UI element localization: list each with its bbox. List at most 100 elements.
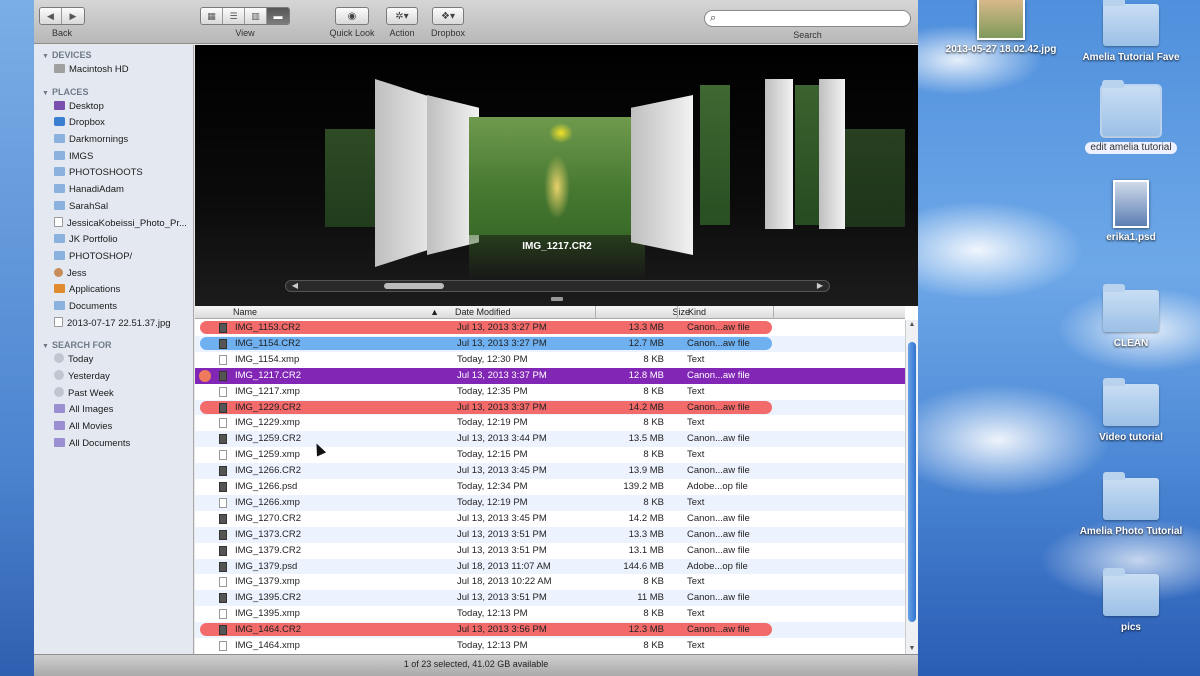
sidebar-item-hanadiadam[interactable]: HanadiAdam <box>34 182 193 199</box>
name-cell: IMG_1464.xmp <box>235 640 300 651</box>
sidebar-item-applications[interactable]: Applications <box>34 282 193 299</box>
sidebar-section-search-for[interactable]: ▼ SEARCH FOR <box>34 338 193 352</box>
sidebar-item-jpg-file[interactable]: 2013-07-17 22.51.37.jpg <box>34 316 193 333</box>
sidebar-item-jk-portfolio[interactable]: JK Portfolio <box>34 232 193 249</box>
table-row[interactable]: IMG_1266.CR2 Jul 13, 2013 3:45 PM 13.9 MB C… <box>195 463 905 479</box>
section-title: DEVICES <box>51 50 92 60</box>
coverflow-view[interactable]: IMG_1217.CR2 ◀ ▶ <box>195 45 918 306</box>
desktop-folder-amelia-photo[interactable]: Amelia Photo Tutorial <box>1071 472 1191 538</box>
kind-cell: Canon...aw file <box>687 369 750 381</box>
coverflow-scrollbar[interactable]: ◀ ▶ <box>285 280 830 292</box>
table-row[interactable]: IMG_1259.xmp Today, 12:15 PM 8 KB Text <box>195 447 905 463</box>
gear-icon: ✲▾ <box>395 10 409 22</box>
list-view-icon[interactable]: ☰ <box>223 8 245 24</box>
column-header-kind[interactable]: Kind <box>680 306 706 319</box>
table-row[interactable]: IMG_1154.xmp Today, 12:30 PM 8 KB Text <box>195 352 905 368</box>
table-row[interactable]: IMG_1379.xmp Jul 18, 2013 10:22 AM 8 KB Tex… <box>195 574 905 590</box>
sidebar-item-imgs[interactable]: IMGS <box>34 149 193 166</box>
sidebar-item-all-images[interactable]: All Images <box>34 402 193 419</box>
sidebar-section-devices[interactable]: ▼ DEVICES <box>34 48 193 62</box>
sidebar-item-documents[interactable]: Documents <box>34 299 193 316</box>
table-row[interactable]: IMG_1373.CR2 Jul 13, 2013 3:51 PM 13.3 MB C… <box>195 526 905 543</box>
sidebar-item-macintosh-hd[interactable]: Macintosh HD <box>34 62 193 79</box>
sidebar-item-past-week[interactable]: Past Week <box>34 386 193 403</box>
sidebar-item-jess[interactable]: Jess <box>34 266 193 283</box>
coverflow-card[interactable] <box>795 85 819 225</box>
section-title: SEARCH FOR <box>51 340 112 351</box>
sidebar-item-today[interactable]: Today <box>34 352 193 369</box>
scroll-down-icon[interactable]: ▼ <box>906 644 918 654</box>
kind-cell: Canon...aw file <box>687 433 750 445</box>
desktop-item-psd[interactable]: erika1.psd <box>1071 180 1191 244</box>
back-arrow-icon[interactable]: ◀ <box>40 8 62 24</box>
scroll-left-icon[interactable]: ◀ <box>288 281 302 291</box>
kind-cell: Canon...aw file <box>687 528 750 540</box>
scroll-up-icon[interactable]: ▲ <box>906 320 918 330</box>
sidebar-item-darkmornings[interactable]: Darkmornings <box>34 132 193 149</box>
column-divider[interactable] <box>595 306 596 319</box>
sidebar-section-places[interactable]: ▼ PLACES <box>34 85 193 99</box>
scroll-right-icon[interactable]: ▶ <box>813 281 827 291</box>
table-row[interactable]: IMG_1270.CR2 Jul 13, 2013 3:45 PM 14.2 MB C… <box>195 511 905 527</box>
table-row[interactable]: IMG_1464.CR2 Jul 13, 2013 3:56 PM 12.3 MB C… <box>195 622 905 638</box>
table-row[interactable]: IMG_1395.xmp Today, 12:13 PM 8 KB Text <box>195 606 905 622</box>
desktop-item-label: edit amelia tutorial <box>1085 142 1177 154</box>
column-divider[interactable] <box>677 306 678 319</box>
desktop-folder-amelia-fave[interactable]: Amelia Tutorial Fave <box>1071 0 1191 64</box>
sidebar-item-all-movies[interactable]: All Movies <box>34 419 193 436</box>
coverflow-card[interactable] <box>700 85 730 225</box>
size-cell: 13.3 MB <box>628 528 664 540</box>
coverflow-card[interactable] <box>631 95 693 255</box>
size-cell: 8 KB <box>643 449 664 461</box>
action-button[interactable]: ✲▾ <box>386 7 418 25</box>
icon-view-icon[interactable]: ▦ <box>201 8 223 24</box>
dropbox-button[interactable]: ❖▾ <box>432 7 464 25</box>
desktop-folder-edit-amelia[interactable]: edit amelia tutorial <box>1071 80 1191 154</box>
kind-cell: Text <box>687 496 705 508</box>
coverflow-scroll-knob[interactable] <box>384 283 444 289</box>
kind-cell: Adobe...op file <box>687 560 748 572</box>
table-row[interactable]: IMG_1153.CR2 Jul 13, 2013 3:27 PM 13.3 MB C… <box>195 320 905 336</box>
table-row[interactable]: IMG_1259.CR2 Jul 13, 2013 3:44 PM 13.5 MB C… <box>195 431 905 448</box>
coverflow-card[interactable] <box>765 79 793 229</box>
column-divider[interactable] <box>773 306 774 319</box>
coverflow-selected-photo[interactable] <box>469 117 645 235</box>
column-header-date[interactable]: Date Modified <box>445 306 511 319</box>
search-input[interactable]: ⌕ <box>704 10 911 27</box>
table-row[interactable]: IMG_1266.xmp Today, 12:19 PM 8 KB Text <box>195 494 905 511</box>
table-row[interactable]: IMG_1379.CR2 Jul 13, 2013 3:51 PM 13.1 MB C… <box>195 543 905 559</box>
date-cell: Today, 12:35 PM <box>457 385 528 397</box>
vertical-scrollbar[interactable]: ▲ ▼ <box>905 320 918 654</box>
table-row[interactable]: IMG_1217.xmp Today, 12:35 PM 8 KB Text <box>195 384 905 400</box>
folder-icon <box>1103 472 1159 520</box>
sidebar-item-photoshop[interactable]: PHOTOSHOP/ <box>34 249 193 266</box>
forward-arrow-icon[interactable]: ▶ <box>62 8 84 24</box>
table-row[interactable]: IMG_1217.CR2 Jul 13, 2013 3:37 PM 12.8 MB C… <box>195 367 905 384</box>
desktop-folder-pics[interactable]: pics <box>1071 568 1191 634</box>
sidebar-item-yesterday[interactable]: Yesterday <box>34 369 193 386</box>
coverflow-view-icon[interactable]: ▬ <box>267 8 289 24</box>
sidebar-item-photoshoots[interactable]: PHOTOSHOOTS <box>34 165 193 182</box>
table-row[interactable]: IMG_1379.psd Jul 18, 2013 11:07 AM 144.6 M… <box>195 558 905 575</box>
size-cell: 8 KB <box>643 640 664 651</box>
coverflow-card[interactable] <box>819 79 845 229</box>
sidebar-item-dropbox[interactable]: Dropbox <box>34 115 193 132</box>
coverflow-card[interactable] <box>845 129 905 227</box>
table-row[interactable]: IMG_1229.CR2 Jul 13, 2013 3:37 PM 14.2 MB C… <box>195 399 905 416</box>
table-row[interactable]: IMG_1395.CR2 Jul 13, 2013 3:51 PM 11 MB Can… <box>195 590 905 607</box>
sidebar-item-all-documents[interactable]: All Documents <box>34 436 193 453</box>
desktop-item-photo[interactable]: 2013-05-27 18.02.42.jpg <box>941 0 1061 56</box>
resize-grip-icon[interactable] <box>551 297 563 301</box>
sidebar-item-sarahsal[interactable]: SarahSal <box>34 199 193 216</box>
scroll-thumb[interactable] <box>908 342 916 622</box>
table-row[interactable]: IMG_1154.CR2 Jul 13, 2013 3:27 PM 12.7 MB C… <box>195 335 905 352</box>
table-row[interactable]: IMG_1229.xmp Today, 12:19 PM 8 KB Text <box>195 415 905 431</box>
desktop-folder-video-tutorial[interactable]: Video tutorial <box>1071 378 1191 444</box>
sidebar-item-jessica-photo[interactable]: JessicaKobeissi_Photo_Pr... <box>34 216 193 233</box>
sidebar-item-desktop[interactable]: Desktop <box>34 99 193 116</box>
desktop-folder-clean[interactable]: CLEAN <box>1071 284 1191 350</box>
column-view-icon[interactable]: ▥ <box>245 8 267 24</box>
table-row[interactable]: IMG_1266.psd Today, 12:34 PM 139.2 MB Adobe… <box>195 479 905 495</box>
table-row[interactable]: IMG_1464.xmp Today, 12:13 PM 8 KB Text <box>195 638 905 654</box>
quicklook-button[interactable]: ◉ <box>335 7 369 25</box>
